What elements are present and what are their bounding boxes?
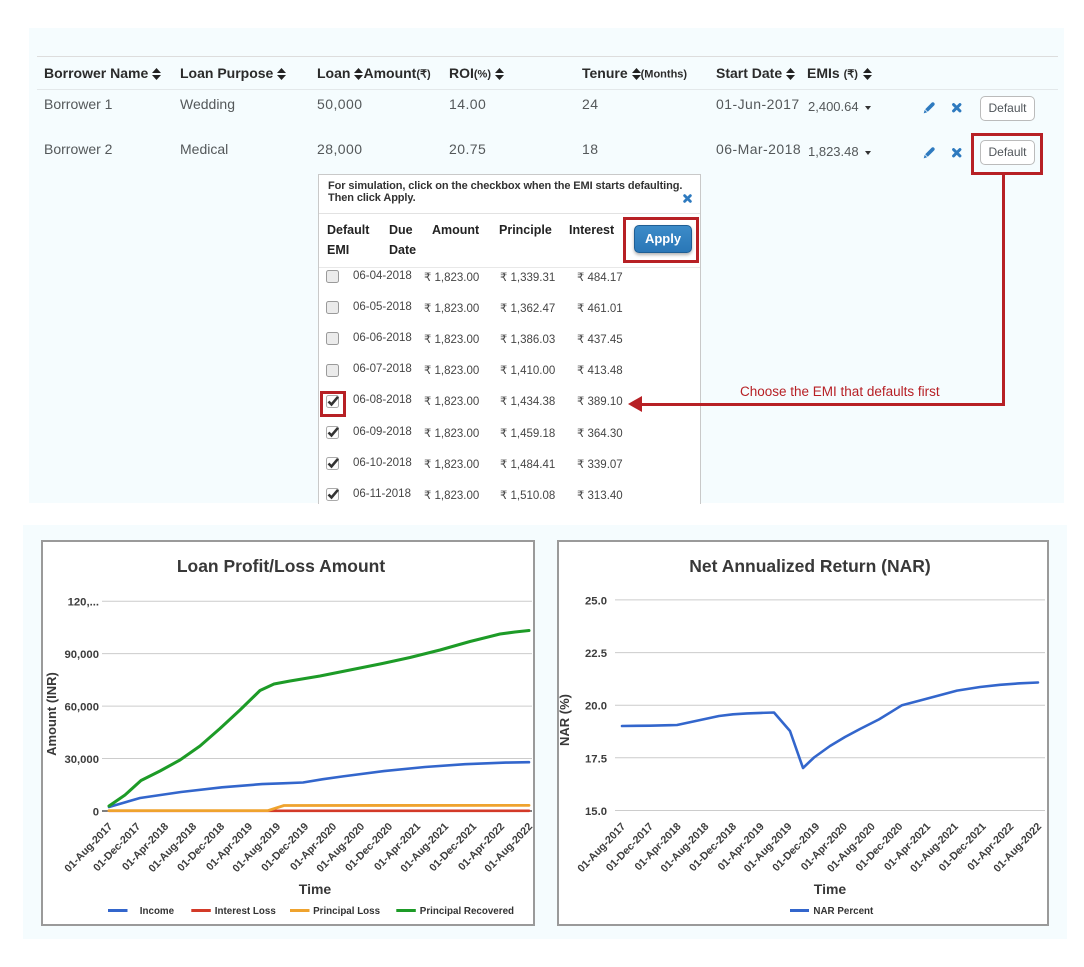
svg-text:Principal Recovered: Principal Recovered — [420, 906, 514, 917]
svg-text:Net Annualized Return (NAR): Net Annualized Return (NAR) — [689, 556, 930, 576]
svg-text:Interest Loss: Interest Loss — [215, 906, 277, 917]
svg-text:17.5: 17.5 — [585, 753, 607, 765]
svg-text:NAR Percent: NAR Percent — [813, 906, 874, 917]
svg-text:Time: Time — [814, 881, 847, 897]
svg-text:NAR (%): NAR (%) — [559, 694, 572, 746]
svg-text:30,000: 30,000 — [64, 754, 99, 766]
svg-text:Time: Time — [299, 881, 332, 897]
svg-text:120,...: 120,... — [68, 597, 99, 609]
svg-text:0: 0 — [93, 807, 99, 819]
svg-text:Loan Profit/Loss Amount: Loan Profit/Loss Amount — [177, 556, 386, 576]
svg-text:Principal Loss: Principal Loss — [313, 906, 381, 917]
svg-text:90,000: 90,000 — [64, 649, 99, 661]
svg-text:15.0: 15.0 — [585, 806, 607, 818]
svg-text:Amount (INR): Amount (INR) — [44, 672, 59, 756]
svg-text:60,000: 60,000 — [64, 702, 99, 714]
svg-text:20.0: 20.0 — [585, 701, 607, 713]
svg-text:25.0: 25.0 — [585, 595, 607, 607]
svg-text:22.5: 22.5 — [585, 648, 607, 660]
svg-text:Income: Income — [140, 906, 175, 917]
